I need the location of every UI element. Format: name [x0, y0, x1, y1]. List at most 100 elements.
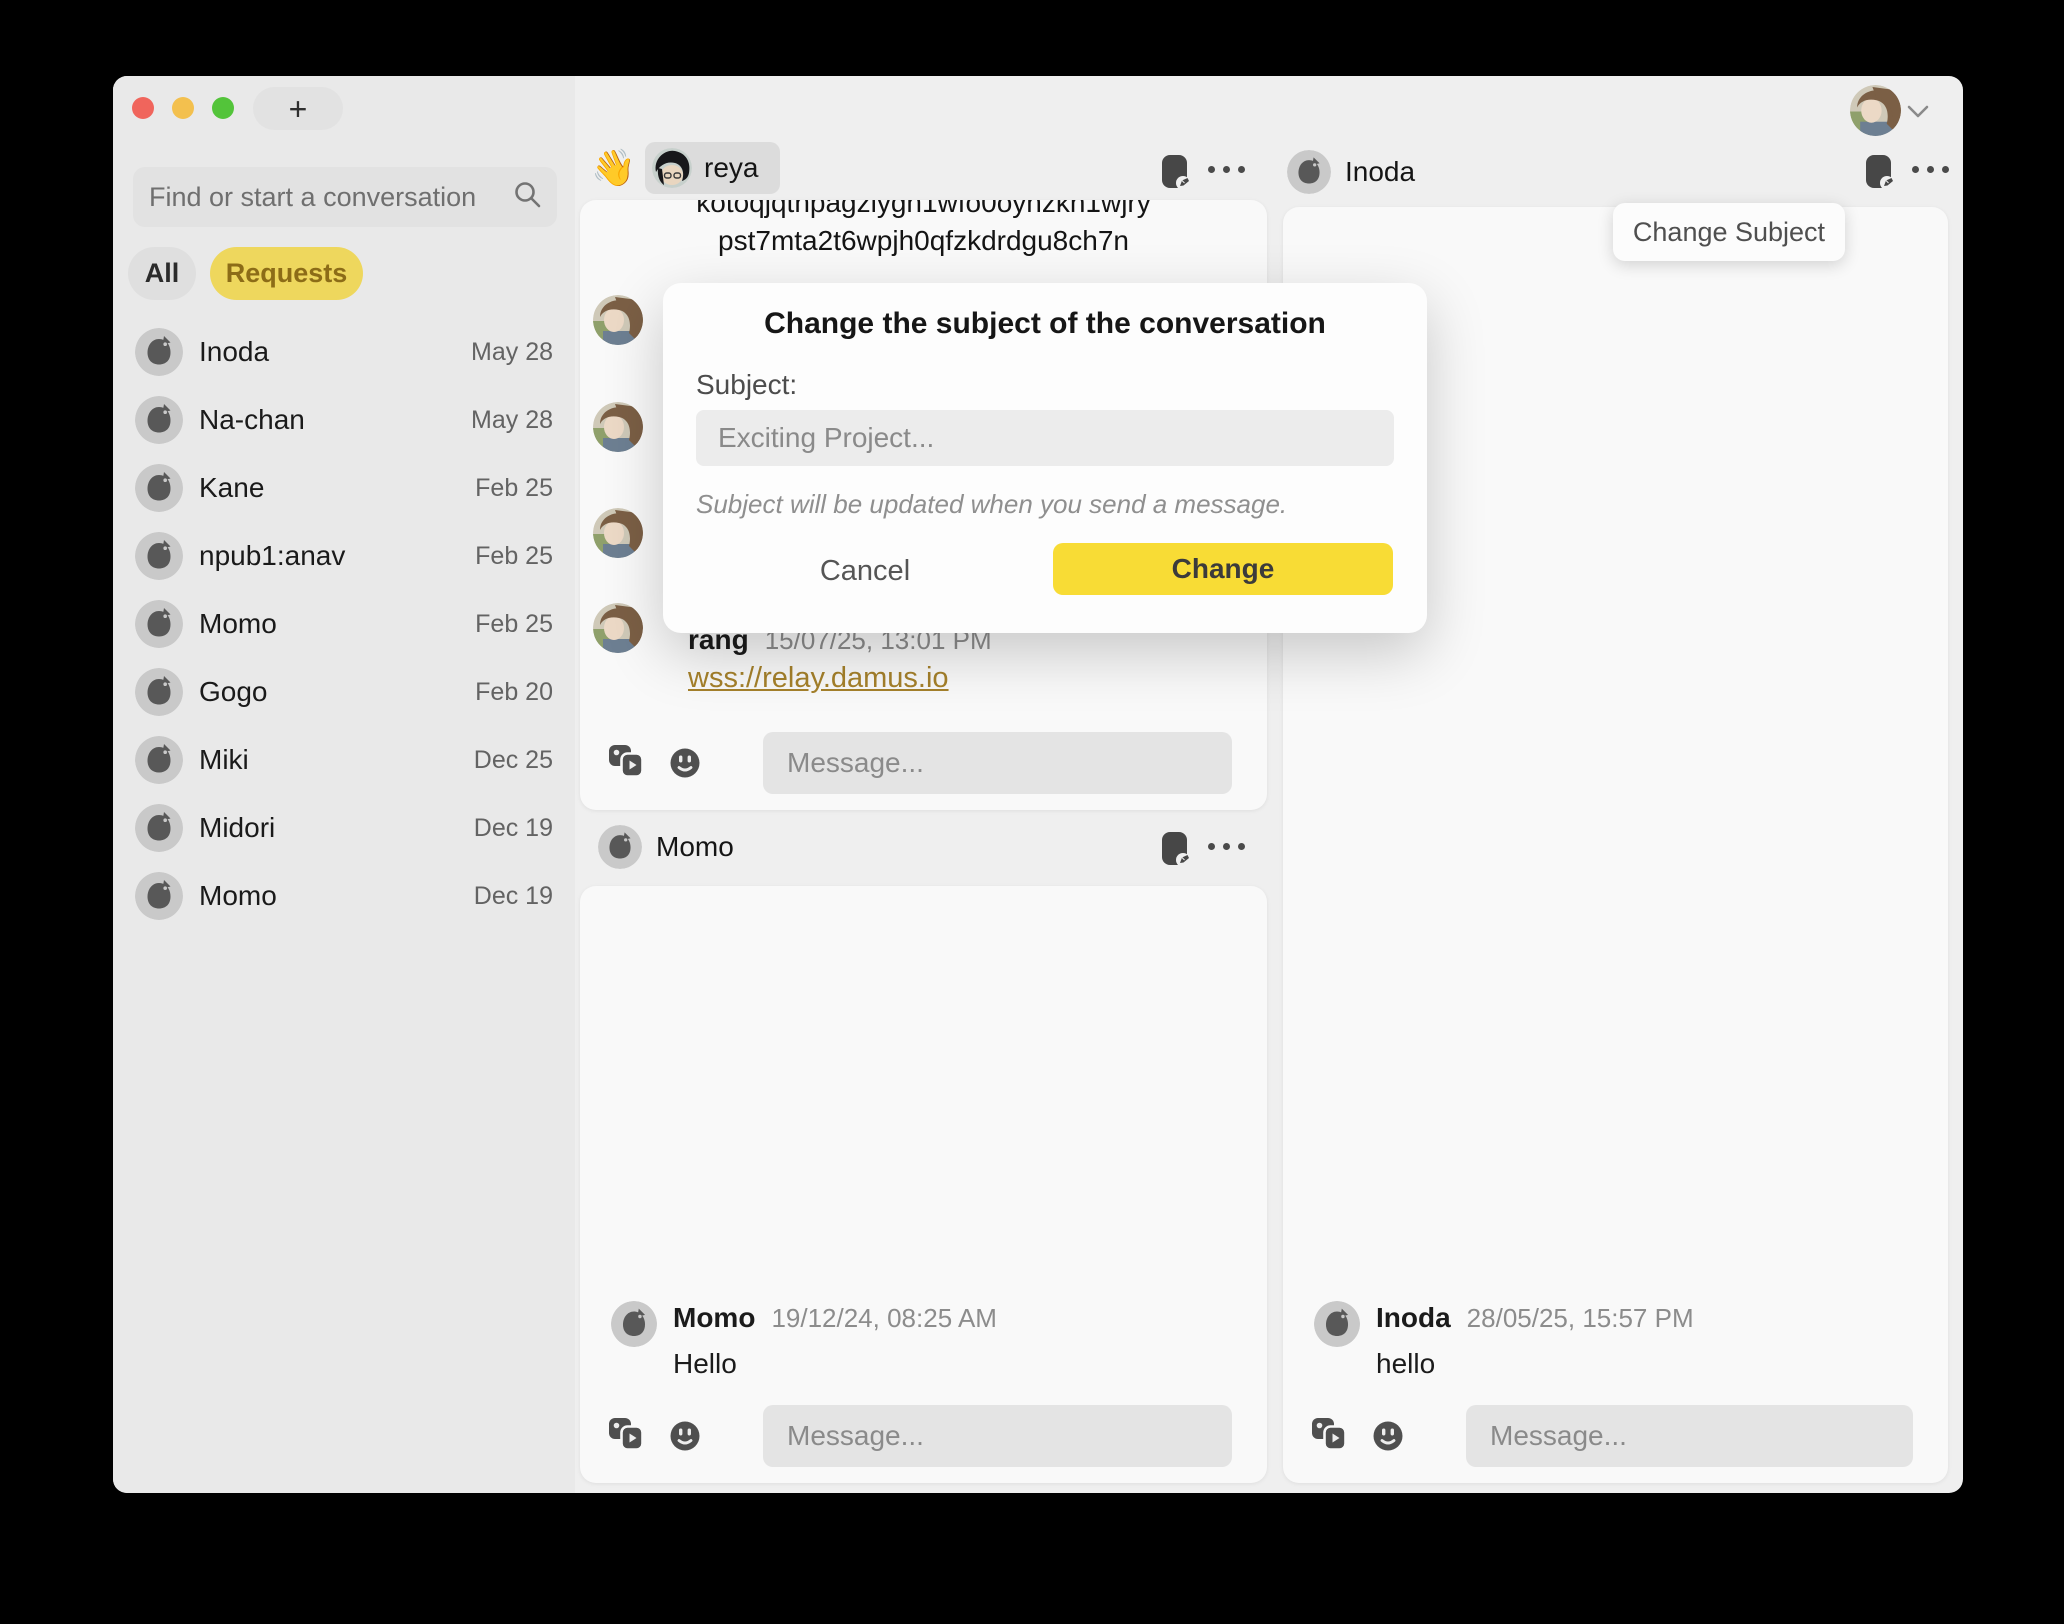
npub-line2: pst7mta2t6wpjh0qfzkdrdgu8ch7n [580, 222, 1267, 260]
chat-title: Inoda [1345, 156, 1415, 188]
filter-all[interactable]: All [128, 247, 196, 300]
change-subject-icon[interactable] [1158, 153, 1192, 194]
wave-emoji: 👋 [591, 150, 636, 186]
modal-title: Change the subject of the conversation [663, 307, 1427, 341]
message-avatar [1314, 1301, 1360, 1347]
subject-label: Subject: [696, 369, 797, 401]
conversation-date: Feb 20 [475, 678, 553, 707]
conversation-item[interactable]: Kane Feb 25 [135, 454, 553, 522]
chat-reya-header[interactable]: reya [645, 142, 780, 194]
emoji-icon[interactable] [668, 1419, 702, 1458]
default-avatar [135, 736, 183, 784]
filter-requests[interactable]: Requests [210, 247, 363, 300]
message-input-row [580, 1405, 1267, 1467]
default-avatar [1287, 150, 1331, 194]
screen: + All Requests Inoda May [0, 0, 2064, 1624]
npub-text: kotoqjqtnpagzlygh1wfo0oyhzkn1wjry pst7mt… [580, 200, 1267, 260]
conversation-date: Dec 25 [474, 746, 553, 775]
conversation-date: Feb 25 [475, 610, 553, 639]
media-icon[interactable] [1311, 1417, 1348, 1457]
message-avatar [593, 295, 643, 345]
search-box [133, 167, 557, 227]
change-subject-tooltip: Change Subject [1613, 203, 1845, 261]
more-options-icon[interactable] [1208, 166, 1245, 173]
conversation-date: Feb 25 [475, 474, 553, 503]
conversation-item[interactable]: Momo Feb 25 [135, 590, 553, 658]
chat-inoda-header[interactable]: Inoda [1287, 150, 1415, 194]
message-timestamp: 19/12/24, 08:25 AM [771, 1303, 997, 1333]
conversation-name: Miki [199, 744, 474, 776]
chat-momo-card: Momo 19/12/24, 08:25 AM Hello [580, 886, 1267, 1483]
new-chat-button[interactable]: + [253, 87, 343, 130]
chevron-down-icon[interactable] [1905, 100, 1931, 122]
default-avatar [135, 464, 183, 512]
conversation-item[interactable]: Na-chan May 28 [135, 386, 553, 454]
conversation-item[interactable]: Gogo Feb 20 [135, 658, 553, 726]
media-icon[interactable] [608, 1417, 645, 1457]
default-avatar [135, 668, 183, 716]
conversation-date: Dec 19 [474, 882, 553, 911]
chat-title: Momo [656, 831, 734, 863]
conversation-name: Gogo [199, 676, 475, 708]
default-avatar [135, 532, 183, 580]
conversation-list: Inoda May 28 Na-chan May 28 Kane [135, 318, 553, 930]
message-avatar [593, 603, 643, 653]
modal-helper-text: Subject will be updated when you send a … [696, 489, 1287, 520]
close-button[interactable] [132, 97, 154, 119]
conversation-date: Dec 19 [474, 814, 553, 843]
message-input-row [1283, 1405, 1948, 1467]
change-subject-icon[interactable] [1862, 153, 1896, 194]
conversation-item[interactable]: Miki Dec 25 [135, 726, 553, 794]
message-text: hello [1376, 1347, 1694, 1381]
message-text: Hello [673, 1347, 997, 1381]
conversation-name: npub1:anav [199, 540, 475, 572]
message-avatar [593, 508, 643, 558]
message-input-row [580, 732, 1267, 794]
conversation-date: May 28 [471, 406, 553, 435]
conversation-name: Inoda [199, 336, 471, 368]
conversation-date: Feb 25 [475, 542, 553, 571]
media-icon[interactable] [608, 744, 645, 784]
change-button[interactable]: Change [1053, 543, 1393, 595]
default-avatar [135, 872, 183, 920]
message-avatar [593, 402, 643, 452]
conversation-item[interactable]: npub1:anav Feb 25 [135, 522, 553, 590]
default-avatar [135, 804, 183, 852]
default-avatar [135, 600, 183, 648]
chat-momo-header[interactable]: Momo [598, 825, 734, 869]
conversation-name: Momo [199, 608, 475, 640]
search-input[interactable] [149, 182, 513, 213]
conversation-name: Na-chan [199, 404, 471, 436]
emoji-icon[interactable] [1371, 1419, 1405, 1458]
message-input[interactable] [763, 1405, 1232, 1467]
user-avatar[interactable] [1850, 85, 1901, 136]
conversation-name: Momo [199, 880, 474, 912]
conversation-item[interactable]: Inoda May 28 [135, 318, 553, 386]
reya-avatar [652, 148, 692, 188]
relay-link[interactable]: wss://relay.damus.io [688, 662, 949, 695]
message-input[interactable] [1466, 1405, 1913, 1467]
cancel-button[interactable]: Cancel [785, 545, 945, 597]
emoji-icon[interactable] [668, 746, 702, 785]
conversation-date: May 28 [471, 338, 553, 367]
message: Inoda28/05/25, 15:57 PM hello [1314, 1301, 1694, 1381]
message-sender: Momo [673, 1302, 755, 1333]
change-subject-icon[interactable] [1158, 830, 1192, 871]
zoom-button[interactable] [212, 97, 234, 119]
default-avatar [135, 396, 183, 444]
conversation-item[interactable]: Momo Dec 19 [135, 862, 553, 930]
message-avatar [611, 1301, 657, 1347]
default-avatar [598, 825, 642, 869]
more-options-icon[interactable] [1912, 166, 1949, 173]
app-window: + All Requests Inoda May [113, 76, 1963, 1493]
minimize-button[interactable] [172, 97, 194, 119]
message-input[interactable] [763, 732, 1232, 794]
conversation-name: Kane [199, 472, 475, 504]
default-avatar [135, 328, 183, 376]
subject-input[interactable] [696, 410, 1394, 466]
conversation-item[interactable]: Midori Dec 19 [135, 794, 553, 862]
change-subject-modal: Change the subject of the conversation S… [663, 283, 1427, 633]
message-timestamp: 28/05/25, 15:57 PM [1467, 1303, 1694, 1333]
more-options-icon[interactable] [1208, 843, 1245, 850]
message: Momo 19/12/24, 08:25 AM Hello [611, 1301, 997, 1381]
